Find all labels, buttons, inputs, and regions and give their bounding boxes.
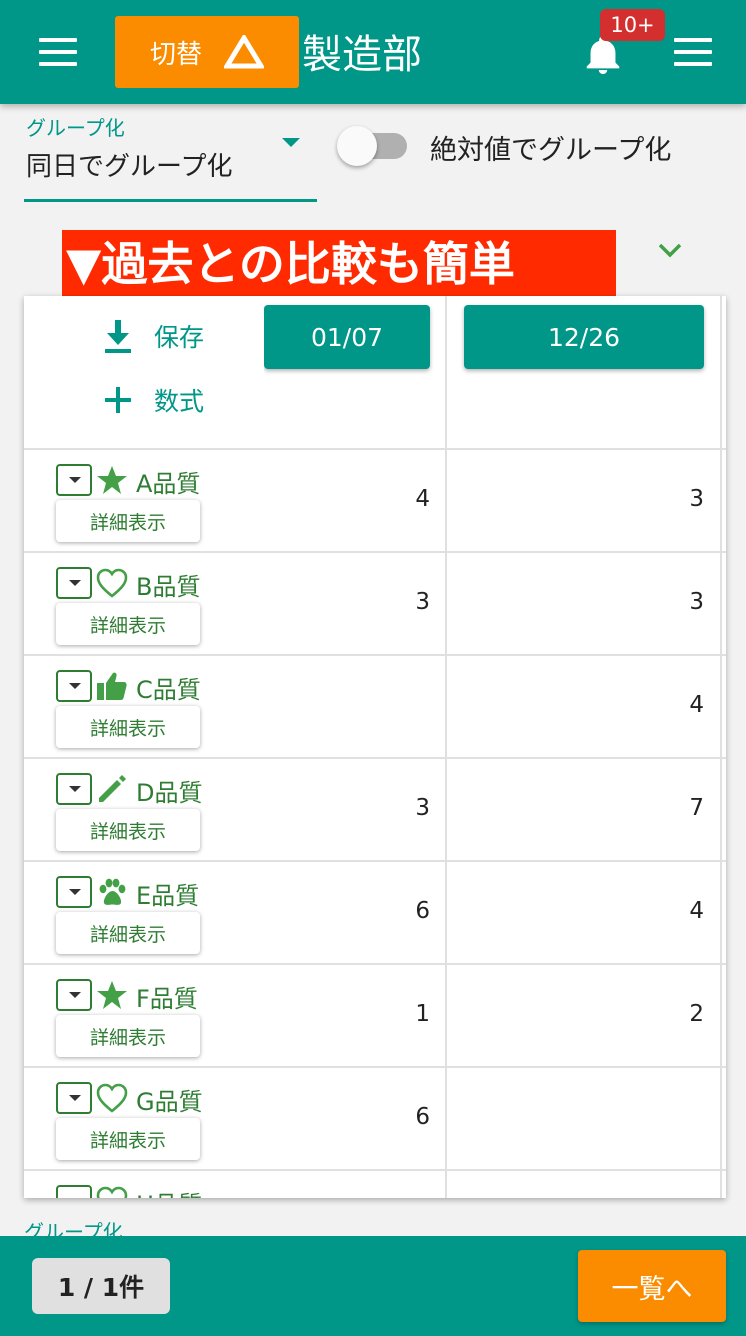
options-menu-icon[interactable]	[674, 38, 712, 66]
nav-menu-icon[interactable]	[39, 38, 77, 66]
table-cell: 1	[415, 1001, 430, 1027]
detail-button[interactable]: 詳細表示	[56, 500, 200, 542]
row-dropdown-button[interactable]	[56, 670, 92, 702]
table-cell: 4	[689, 898, 704, 924]
grouping-select[interactable]: グループ化 同日でグループ化	[24, 108, 317, 202]
detail-button[interactable]: 詳細表示	[56, 1015, 200, 1057]
grouping-label: グループ化	[26, 116, 125, 140]
switch-button[interactable]: 切替	[115, 16, 299, 88]
table-cell: 7	[689, 795, 704, 821]
detail-button[interactable]: 詳細表示	[56, 603, 200, 645]
row-name: D品質	[136, 779, 203, 807]
paw-icon	[99, 878, 126, 905]
app-header: 切替 製造部 10+	[0, 0, 746, 104]
footer-bar: 1 / 1件 一覧へ	[0, 1236, 746, 1336]
heart-icon	[96, 568, 128, 598]
table-row: H品質詳細表示	[24, 1171, 726, 1198]
table-row: A品質 詳細表示 4 3	[24, 450, 726, 553]
table-cell: 3	[415, 795, 430, 821]
heart-icon	[96, 1186, 128, 1198]
warning-triangle-icon	[224, 35, 264, 69]
row-dropdown-button[interactable]	[56, 773, 92, 805]
formula-label: 数式	[154, 387, 205, 416]
record-count: 1 / 1件	[32, 1258, 170, 1314]
column-date-button[interactable]: 12/26	[464, 305, 704, 369]
row-dropdown-button[interactable]	[56, 567, 92, 599]
detail-button[interactable]: 詳細表示	[56, 706, 200, 748]
row-name: E品質	[136, 882, 200, 910]
table-actions-menu: 保存 数式	[24, 296, 264, 438]
star-icon	[97, 981, 127, 1009]
toggle-thumb	[337, 126, 377, 166]
detail-button[interactable]: 詳細表示	[56, 912, 200, 954]
table-row: D品質 詳細表示 3 7	[24, 759, 726, 862]
detail-button[interactable]: 詳細表示	[56, 809, 200, 851]
table-header: 01/07 12/26 保存 数式	[24, 296, 726, 450]
table-row: G品質 詳細表示 6	[24, 1068, 726, 1171]
table-cell: 3	[689, 589, 704, 615]
absolute-grouping-toggle[interactable]	[337, 126, 407, 166]
list-button[interactable]: 一覧へ	[578, 1250, 726, 1322]
table-cell: 4	[415, 486, 430, 512]
table-row: F品質 詳細表示 1 2	[24, 965, 726, 1068]
heart-icon	[96, 1083, 128, 1113]
star-icon	[97, 466, 127, 494]
formula-button[interactable]: 数式	[102, 382, 204, 418]
row-name: H品質	[136, 1185, 202, 1198]
grouping-value: 同日でグループ化	[26, 152, 233, 182]
comparison-table: 01/07 12/26 保存 数式 A品質 詳細表示 4 3 B品質 詳細表示 3 3 C品質詳…	[24, 296, 726, 1198]
column-divider	[445, 296, 447, 1198]
table-cell: 6	[415, 898, 430, 924]
table-row: B品質 詳細表示 3 3	[24, 553, 726, 656]
column-date-button[interactable]: 01/07	[264, 305, 430, 369]
plus-icon	[105, 387, 131, 413]
chevron-down-icon[interactable]	[656, 236, 684, 264]
detail-button[interactable]: 詳細表示	[56, 1118, 200, 1160]
promo-banner: ▼過去との比較も簡単	[62, 230, 616, 299]
table-cell: 3	[415, 589, 430, 615]
table-cell: 4	[689, 692, 704, 718]
table-cell: 2	[689, 1001, 704, 1027]
table-row: C品質 詳細表示 4	[24, 656, 726, 759]
table-cell: 3	[689, 486, 704, 512]
dropdown-arrow-icon	[282, 138, 300, 147]
page-title: 製造部	[302, 32, 422, 78]
row-dropdown-button[interactable]	[56, 1185, 92, 1198]
save-button[interactable]: 保存	[102, 318, 204, 354]
save-label: 保存	[154, 323, 205, 352]
row-dropdown-button[interactable]	[56, 876, 92, 908]
table-cell: 6	[415, 1104, 430, 1130]
download-icon	[105, 320, 131, 353]
row-name: F品質	[136, 985, 198, 1013]
row-dropdown-button[interactable]	[56, 1082, 92, 1114]
toggle-label: 絶対値でグループ化	[430, 135, 672, 166]
notification-badge: 10+	[600, 9, 665, 41]
pencil-icon	[99, 775, 126, 802]
switch-label: 切替	[149, 39, 202, 70]
table-row: E品質 詳細表示 6 4	[24, 862, 726, 965]
row-name: A品質	[136, 470, 201, 498]
row-dropdown-button[interactable]	[56, 979, 92, 1011]
thumbs-up-icon	[97, 672, 127, 700]
row-dropdown-button[interactable]	[56, 464, 92, 496]
row-name: B品質	[136, 573, 201, 601]
row-name: C品質	[136, 676, 201, 704]
row-name: G品質	[136, 1088, 203, 1116]
column-divider	[720, 296, 722, 1198]
